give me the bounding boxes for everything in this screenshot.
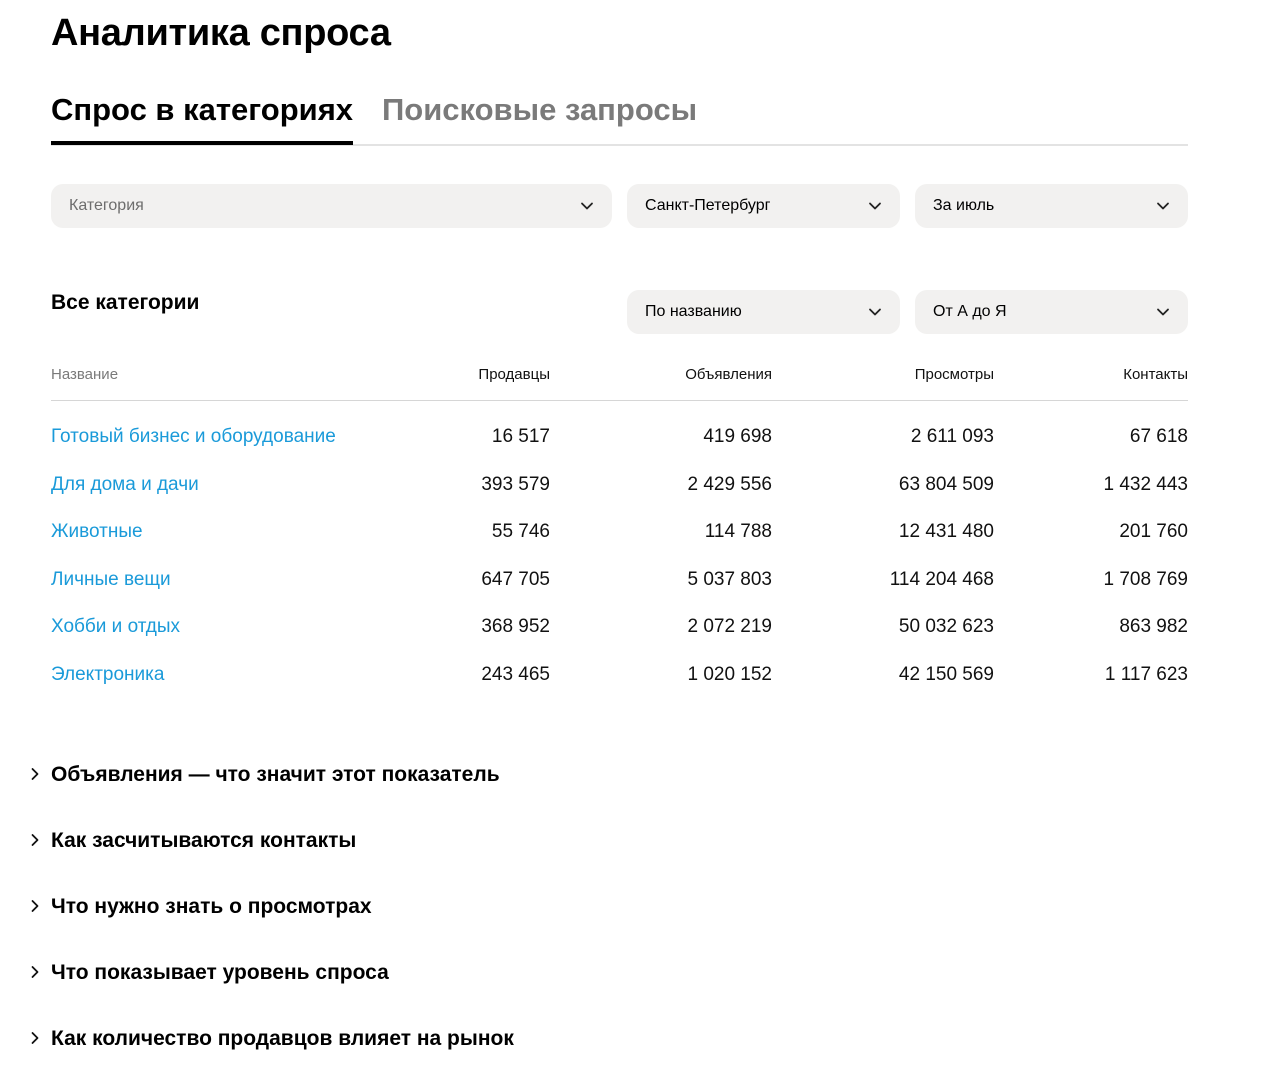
views-cell: 42 150 569 <box>898 663 994 685</box>
sellers-cell: 368 952 <box>481 616 550 638</box>
header-contacts: Контакты <box>1123 366 1188 383</box>
chevron-down-icon <box>581 202 593 210</box>
views-cell: 50 032 623 <box>898 616 994 638</box>
listings-cell: 2 072 219 <box>687 616 772 638</box>
faq-question: Что показывает уровень спроса <box>51 961 389 984</box>
faq-item[interactable]: Как засчитываются контакты <box>28 828 1228 868</box>
views-cell: 114 204 468 <box>889 568 994 590</box>
category-link[interactable]: Электроника <box>51 663 164 687</box>
tabs-bar: Спрос в категориях Поисковые запросы <box>51 88 1188 146</box>
views-cell: 12 431 480 <box>898 521 994 543</box>
table-row: Животные 55 746 114 788 12 431 480 201 760 <box>51 496 1188 544</box>
category-select[interactable]: Категория <box>51 184 612 228</box>
tab-search-queries[interactable]: Поисковые запросы <box>382 88 697 132</box>
table-row: Электроника 243 465 1 020 152 42 150 569 1 1… <box>51 639 1188 687</box>
chevron-down-icon <box>1157 308 1169 316</box>
period-select[interactable]: За июль <box>915 184 1188 228</box>
faq-question: Как засчитываются контакты <box>51 829 357 852</box>
contacts-cell: 67 618 <box>1129 426 1188 447</box>
faq-item[interactable]: Что нужно знать о просмотрах <box>28 894 1228 934</box>
sellers-cell: 55 746 <box>491 521 550 543</box>
period-select-value: За июль <box>933 197 995 214</box>
contacts-cell: 201 760 <box>1119 521 1188 543</box>
section-title: Все категории <box>51 291 200 314</box>
category-link[interactable]: Личные вещи <box>51 568 171 592</box>
city-select-value: Санкт-Петербург <box>645 197 771 214</box>
header-views: Просмотры <box>914 366 994 383</box>
sort-order-select[interactable]: От А до Я <box>915 290 1188 334</box>
listings-cell: 2 429 556 <box>687 473 772 495</box>
chevron-right-icon <box>31 1032 39 1044</box>
categories-table: Название Продавцы Объявления Просмотры К… <box>51 360 1188 687</box>
chevron-down-icon <box>869 308 881 316</box>
table-header: Название Продавцы Объявления Просмотры К… <box>51 360 1188 401</box>
sellers-cell: 16 517 <box>491 426 550 447</box>
contacts-cell: 863 982 <box>1119 616 1188 638</box>
category-select-placeholder: Категория <box>69 197 144 214</box>
page-title: Аналитика спроса <box>51 12 391 54</box>
faq-question: Объявления — что значит этот показатель <box>51 763 500 786</box>
faq-item[interactable]: Объявления — что значит этот показатель <box>28 762 1228 802</box>
city-select[interactable]: Санкт-Петербург <box>627 184 900 228</box>
chevron-down-icon <box>869 202 881 210</box>
table-row: Личные вещи 647 705 5 037 803 114 204 468 1 … <box>51 544 1188 592</box>
category-link[interactable]: Хобби и отдых <box>51 615 180 639</box>
chevron-right-icon <box>31 834 39 846</box>
faq-item[interactable]: Что показывает уровень спроса <box>28 960 1228 1000</box>
category-link[interactable]: Готовый бизнес и оборудование <box>51 425 336 449</box>
tab-category-demand[interactable]: Спрос в категориях <box>51 88 354 145</box>
listings-cell: 419 698 <box>703 426 772 447</box>
chevron-right-icon <box>31 966 39 978</box>
contacts-cell: 1 708 769 <box>1103 568 1188 590</box>
table-row: Для дома и дачи 393 579 2 429 556 63 804 50… <box>51 449 1188 497</box>
listings-cell: 114 788 <box>704 521 772 543</box>
table-row: Готовый бизнес и оборудование 16 517 419 6… <box>51 401 1188 449</box>
faq-question: Как количество продавцов влияет на рынок <box>51 1027 514 1050</box>
views-cell: 63 804 509 <box>898 473 994 495</box>
table-body: Готовый бизнес и оборудование 16 517 419 6… <box>51 401 1188 687</box>
views-cell: 2 611 093 <box>910 426 994 447</box>
sellers-cell: 243 465 <box>481 663 550 685</box>
listings-cell: 1 020 152 <box>687 663 772 685</box>
sellers-cell: 647 705 <box>481 568 550 590</box>
chevron-right-icon <box>31 768 39 780</box>
contacts-cell: 1 117 623 <box>1104 663 1188 685</box>
chevron-right-icon <box>31 900 39 912</box>
sort-order-value: От А до Я <box>933 303 1007 320</box>
table-row: Хобби и отдых 368 952 2 072 219 50 032 623 8… <box>51 591 1188 639</box>
category-link[interactable]: Для дома и дачи <box>51 473 199 497</box>
chevron-down-icon <box>1157 202 1169 210</box>
header-sellers: Продавцы <box>478 366 550 383</box>
sort-field-select[interactable]: По названию <box>627 290 900 334</box>
faq-item[interactable]: Как количество продавцов влияет на рынок <box>28 1026 1228 1066</box>
category-link[interactable]: Животные <box>51 520 143 544</box>
sort-field-value: По названию <box>645 303 742 320</box>
contacts-cell: 1 432 443 <box>1103 473 1188 495</box>
header-name: Название <box>51 366 119 383</box>
listings-cell: 5 037 803 <box>687 568 772 590</box>
sellers-cell: 393 579 <box>481 473 550 495</box>
header-listings: Объявления <box>685 366 772 383</box>
faq-question: Что нужно знать о просмотрах <box>51 895 372 918</box>
